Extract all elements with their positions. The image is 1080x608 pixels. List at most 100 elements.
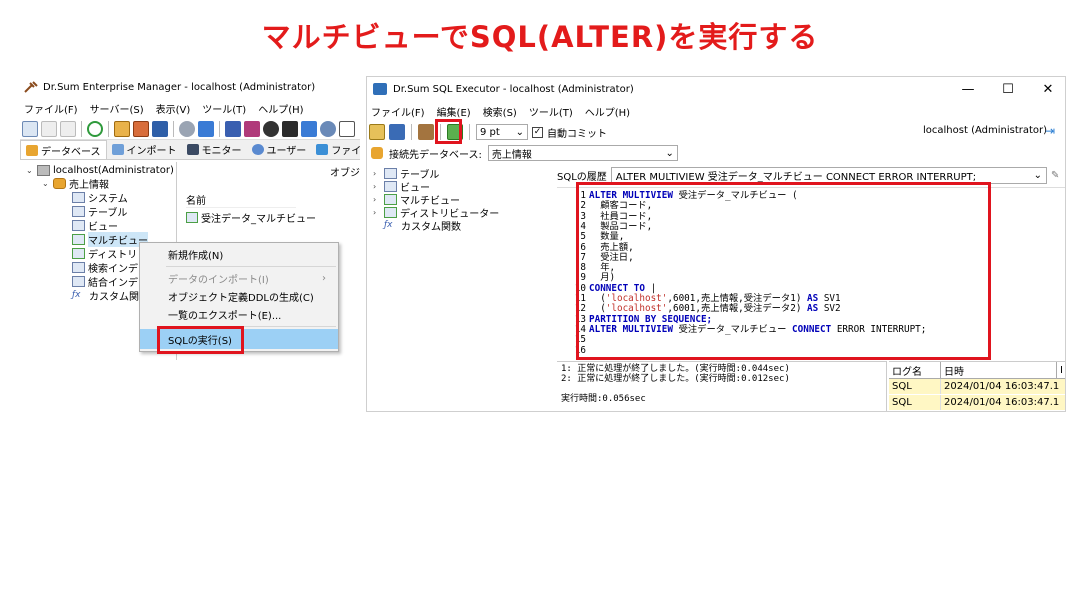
expand-icon[interactable]: › [373, 208, 381, 217]
close-button[interactable]: ✕ [1030, 77, 1065, 101]
save-icon[interactable] [389, 124, 405, 140]
log-col-name[interactable]: ログ名 [889, 362, 941, 378]
sx-menu-file[interactable]: ファイル(F) [371, 104, 425, 119]
sql-history-label: SQLの履歴 [557, 171, 607, 183]
collapse-icon[interactable]: ⌄ [42, 179, 50, 188]
highlight-box-sql-editor [576, 182, 991, 360]
target-db-select[interactable]: 売上情報 ⌄ [487, 145, 678, 161]
properties-icon[interactable] [60, 120, 76, 137]
tree-node-table[interactable]: テーブル [72, 205, 128, 219]
sx-titlebar: Dr.Sum SQL Executor - localhost (Adminis… [367, 77, 1065, 101]
minimize-button[interactable]: — [950, 77, 986, 101]
sx-menu-edit[interactable]: 編集(E) [437, 104, 471, 119]
refresh-icon[interactable] [87, 120, 103, 137]
menu-item-export-list[interactable]: 一覧のエクスポート(E)... [140, 304, 338, 324]
ddl-icon[interactable] [244, 120, 260, 137]
gear-icon[interactable] [179, 120, 195, 137]
log-name: SQL [889, 379, 941, 394]
toolbar-separator [108, 120, 109, 137]
log-header: ログ名 日時 I [889, 362, 1065, 379]
tab-label: データベース [41, 146, 101, 158]
menu-item-import-data[interactable]: データのインポート(I) › [140, 268, 338, 288]
sx-menu-tools[interactable]: ツール(T) [529, 104, 573, 119]
toolbar-separator [173, 120, 174, 137]
collapse-icon[interactable]: ⌄ [26, 166, 34, 175]
sql-icon[interactable] [225, 120, 241, 137]
database-icon[interactable] [114, 120, 130, 137]
database-icon [53, 178, 66, 189]
tab-monitor[interactable]: モニター [182, 140, 247, 159]
sx-menu-help[interactable]: ヘルプ(H) [585, 104, 630, 119]
em-menu-file[interactable]: ファイル(F) [24, 101, 78, 116]
tree-node-custom-function[interactable]: ƒx カスタム関数 [373, 219, 461, 233]
sx-menu-search[interactable]: 検索(S) [483, 104, 517, 119]
tree-label: テーブル [88, 208, 128, 219]
open-folder-icon[interactable] [369, 124, 385, 140]
menu-item-generate-ddl[interactable]: オブジェクト定義DDLの生成(C) [140, 286, 338, 306]
database-icon [371, 147, 383, 159]
console-icon[interactable] [282, 120, 298, 137]
tree-node-view[interactable]: ビュー [72, 219, 118, 233]
list-header-name[interactable]: 名前 [186, 192, 296, 208]
tree-node-multiview[interactable]: マルチビュー [72, 232, 148, 247]
em-menu-view[interactable]: 表示(V) [156, 101, 191, 116]
view-icon [384, 181, 397, 192]
menu-item-new[interactable]: 新規作成(N) [140, 244, 338, 264]
join-index-icon [72, 276, 85, 287]
expand-icon[interactable]: › [373, 182, 381, 191]
connection-label: localhost (Administrator) [923, 125, 1048, 136]
maximize-button[interactable]: ☐ [990, 77, 1026, 101]
toolbar-separator [469, 124, 470, 140]
multiview-icon [384, 194, 397, 205]
view-icon [72, 220, 85, 231]
system-icon [72, 192, 85, 203]
tools-icon[interactable] [418, 124, 434, 140]
tree-node-join-index[interactable]: 結合インデッ [72, 275, 148, 289]
tree-node-custom-function[interactable]: ƒx カスタム関数 [72, 289, 149, 303]
list-item-label: 受注データ_マルチビュー [201, 214, 316, 225]
em-menu-help[interactable]: ヘルプ(H) [258, 101, 303, 116]
em-menu-server[interactable]: サーバー(S) [90, 101, 144, 116]
window-icon[interactable] [198, 120, 214, 137]
sx-title-text: Dr.Sum SQL Executor - localhost (Adminis… [393, 83, 634, 95]
expand-icon[interactable]: › [373, 195, 381, 204]
multiview-icon [72, 234, 85, 245]
font-size-select[interactable]: 9 pt ⌄ [476, 124, 528, 140]
tab-user[interactable]: ユーザー [247, 140, 312, 159]
stop-icon[interactable] [263, 120, 279, 137]
log-row[interactable]: SQL 2024/01/04 16:03:47.1 [889, 379, 1065, 395]
sql-history-select[interactable]: ALTER MULTIVIEW 受注データ_マルチビュー CONNECT ERR… [610, 166, 1047, 184]
tree-label: 売上情報 [69, 180, 109, 191]
output-line: 1: 正常に処理が終了しました。(実行時間:0.044sec) [561, 364, 790, 374]
eraser-icon[interactable]: ✎ [1051, 170, 1065, 181]
disconnect-icon[interactable] [41, 120, 57, 137]
tree-node-system[interactable]: システム [72, 191, 128, 205]
list-item[interactable]: 受注データ_マルチビュー [186, 210, 316, 225]
monitor-icon[interactable] [301, 120, 317, 137]
tree-label: カスタム関数 [401, 222, 461, 233]
settings-icon[interactable] [320, 120, 336, 137]
function-icon: ƒx [384, 220, 393, 230]
log-col-extra[interactable]: I [1057, 362, 1065, 378]
logout-icon[interactable]: ⇥ [1045, 124, 1055, 138]
toolbar-separator [411, 124, 412, 140]
connect-icon[interactable] [22, 120, 38, 137]
camera-icon[interactable] [339, 120, 355, 137]
log-row[interactable]: SQL 2024/01/04 16:03:47.1 [889, 395, 1065, 411]
tab-import[interactable]: インポート [107, 140, 182, 159]
tab-database[interactable]: データベース [20, 140, 107, 159]
view-icon[interactable] [152, 120, 168, 137]
tree-node-database[interactable]: ⌄ 売上情報 [42, 177, 109, 191]
em-menu-tools[interactable]: ツール(T) [202, 101, 246, 116]
autocommit-checkbox[interactable]: ✓ [532, 126, 543, 138]
log-col-time[interactable]: 日時 [941, 362, 1057, 378]
tab-file[interactable]: ファイル [311, 140, 360, 159]
output-line: 2: 正常に処理が終了しました。(実行時間:0.012sec) [561, 374, 790, 384]
table-icon[interactable] [133, 120, 149, 137]
em-titlebar: Dr.Sum Enterprise Manager - localhost (A… [20, 76, 360, 98]
tree-node-search-index[interactable]: 検索インデッ [72, 261, 148, 275]
search-index-icon [72, 262, 85, 273]
menu-item-label: オブジェクト定義DDLの生成(C) [168, 292, 314, 304]
expand-icon[interactable]: › [373, 169, 381, 178]
tab-label: ファイル [331, 146, 360, 157]
